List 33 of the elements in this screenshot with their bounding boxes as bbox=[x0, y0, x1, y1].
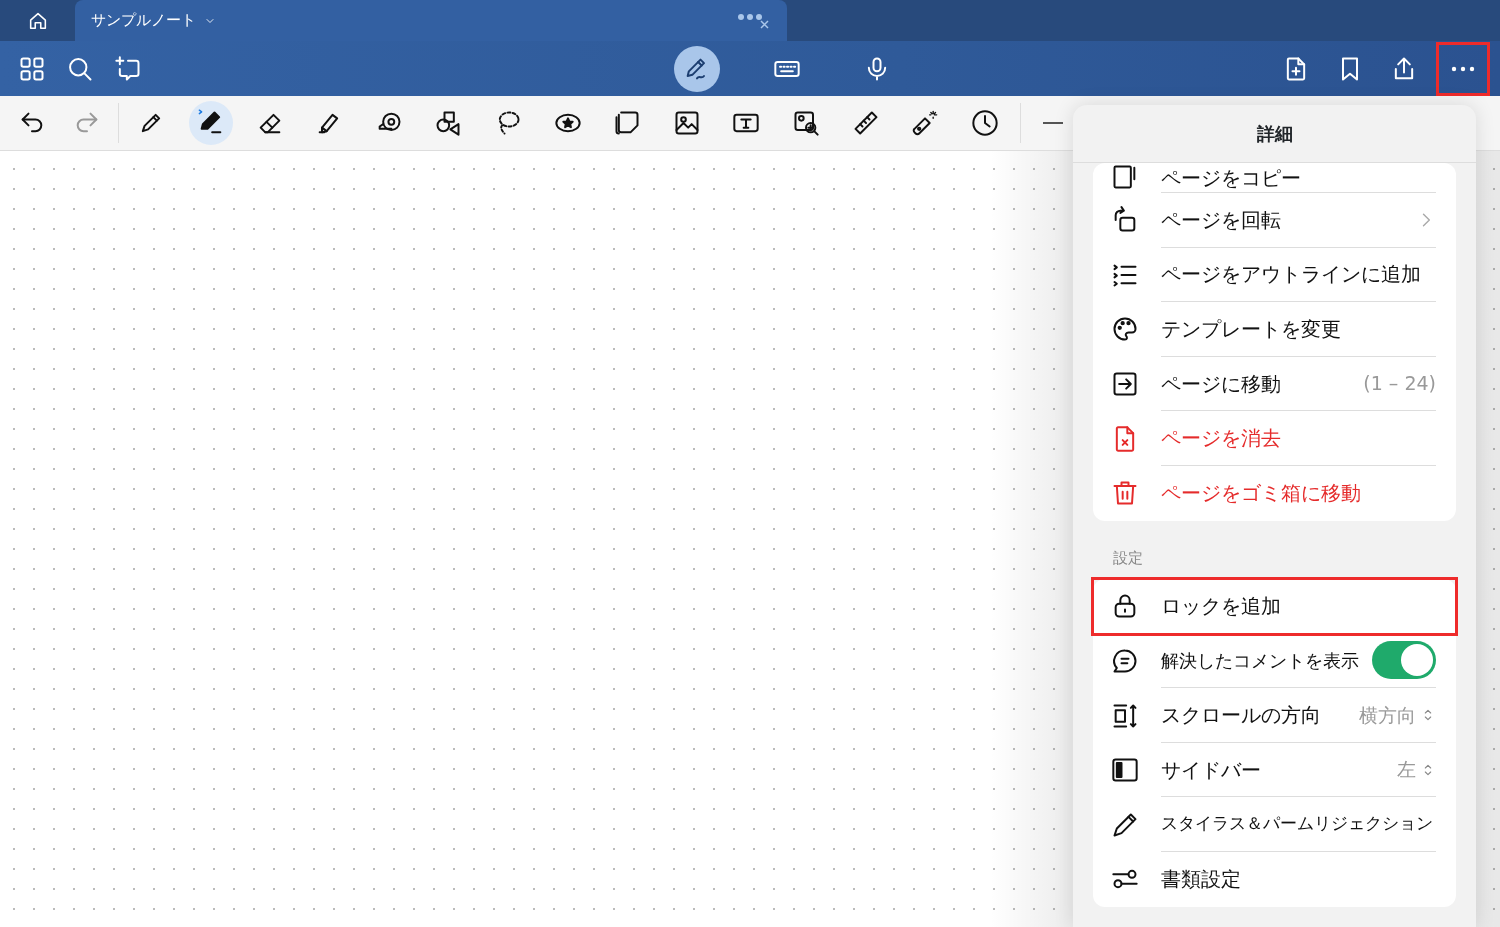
menu-label: ロックを追加 bbox=[1161, 593, 1282, 621]
select-value: 横方向 bbox=[1359, 702, 1416, 728]
settings-item[interactable]: 解決したコメントを表示 bbox=[1093, 633, 1456, 689]
note-tab[interactable]: サンプルノート bbox=[75, 0, 787, 41]
menu-item[interactable]: ページを回転 bbox=[1093, 193, 1456, 248]
menu-label: ページに移動 bbox=[1161, 370, 1282, 398]
menu-item[interactable]: テンプレートを変更 bbox=[1093, 302, 1456, 357]
settings-item[interactable]: スクロールの方向 横方向 bbox=[1093, 688, 1456, 743]
popover-title: 詳細 bbox=[1256, 122, 1293, 146]
settings-item[interactable]: 書類設定 bbox=[1093, 852, 1456, 907]
menu-label: ページをアウトラインに追加 bbox=[1161, 261, 1422, 289]
menu-item[interactable]: ページをアウトラインに追加 bbox=[1093, 247, 1456, 303]
menu-label: ページをゴミ箱に移動 bbox=[1161, 480, 1362, 508]
menu-item[interactable]: ページに移動 (1 – 24) bbox=[1093, 356, 1456, 412]
menu-label: スタイラス＆パームリジェクション bbox=[1161, 812, 1434, 836]
page-range: (1 – 24) bbox=[1363, 371, 1436, 397]
menu-label: 書類設定 bbox=[1161, 866, 1242, 894]
menu-label: サイドバー bbox=[1161, 756, 1262, 784]
menu-label: スクロールの方向 bbox=[1161, 702, 1322, 730]
settings-item[interactable]: ロックを追加 bbox=[1093, 579, 1456, 634]
section-label: 設定 bbox=[1112, 547, 1144, 569]
menu-label: ページを消去 bbox=[1161, 425, 1282, 453]
settings-item[interactable]: サイドバー 左 bbox=[1093, 742, 1456, 798]
select-value: 左 bbox=[1397, 757, 1416, 783]
tab-title: サンプルノート bbox=[91, 10, 196, 32]
menu-label: ページをコピー bbox=[1161, 165, 1302, 192]
menu-label: ページを回転 bbox=[1161, 206, 1282, 234]
settings-item[interactable]: スタイラス＆パームリジェクション bbox=[1093, 797, 1456, 853]
menu-item[interactable]: ページを消去 bbox=[1093, 411, 1456, 466]
menu-item[interactable]: ページをゴミ箱に移動 bbox=[1093, 465, 1456, 521]
menu-label: 解決したコメントを表示 bbox=[1161, 648, 1360, 673]
menu-item[interactable]: ページをコピー bbox=[1093, 163, 1456, 193]
menu-label: テンプレートを変更 bbox=[1161, 316, 1342, 343]
